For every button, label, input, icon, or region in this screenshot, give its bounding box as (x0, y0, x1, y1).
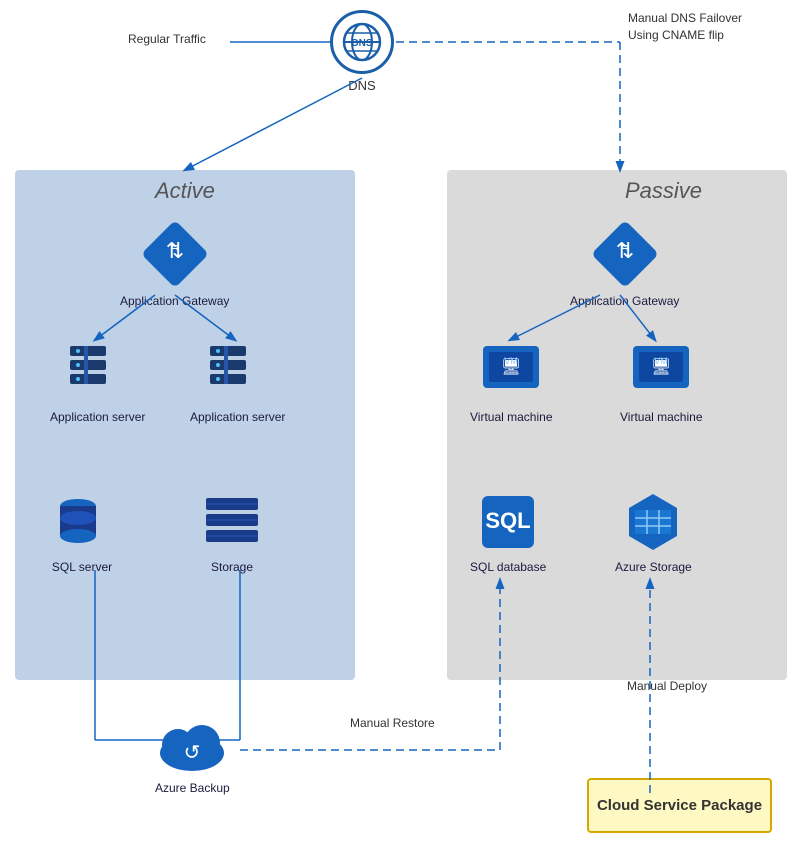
app-server-2-label: Application server (190, 410, 285, 426)
sql-database-icon: SQL (476, 490, 540, 554)
sql-database-icon-item: SQL SQL database (470, 490, 546, 576)
app-server-1-icon-item: Application server (50, 340, 145, 426)
vm-1-icon: 🖥 VM (479, 340, 543, 404)
svg-text:SQL: SQL (486, 508, 531, 533)
active-label: Active (155, 178, 215, 204)
storage-icon (200, 490, 264, 554)
vm-2-label: Virtual machine (620, 410, 703, 426)
svg-text:VM: VM (505, 356, 519, 366)
manual-dns-failover-label: Manual DNS Failover Using CNAME flip (628, 10, 742, 44)
regular-traffic-label: Regular Traffic (128, 32, 206, 46)
app-server-2-icon-item: Application server (190, 340, 285, 426)
sql-server-icon-item: SQL server (50, 490, 114, 576)
azure-backup-icon-item: ↺ Azure Backup (155, 715, 230, 797)
vm-2-icon-item: 🖥 VM Virtual machine (620, 340, 703, 426)
dns-icon: DNS (330, 10, 394, 74)
app-gateway-active-icon-item: ⇅ ⇆ Application Gateway (120, 220, 229, 310)
storage-label: Storage (211, 560, 253, 576)
vm-2-icon: 🖥 VM (629, 340, 693, 404)
cloud-service-package-box: Cloud Service Package (587, 778, 772, 833)
dns-node: DNS DNS (330, 10, 394, 93)
azure-backup-label: Azure Backup (155, 781, 230, 797)
dns-label: DNS (348, 78, 375, 93)
app-gateway-active-label: Application Gateway (120, 294, 229, 310)
svg-text:⇆: ⇆ (621, 242, 629, 253)
manual-deploy-label: Manual Deploy (627, 679, 707, 693)
svg-text:⇆: ⇆ (171, 242, 179, 253)
sql-server-label: SQL server (52, 560, 112, 576)
svg-text:VM: VM (655, 356, 669, 366)
azure-storage-icon-item: Azure Storage (615, 490, 692, 576)
svg-text:DNS: DNS (351, 38, 372, 49)
azure-storage-label: Azure Storage (615, 560, 692, 576)
app-gateway-passive-icon: ⇅ ⇆ (591, 220, 659, 288)
manual-restore-label: Manual Restore (350, 716, 435, 730)
azure-backup-icon: ↺ (156, 715, 228, 775)
passive-label: Passive (625, 178, 702, 204)
app-server-2-icon (206, 340, 270, 404)
app-server-1-label: Application server (50, 410, 145, 426)
vm-1-icon-item: 🖥 VM Virtual machine (470, 340, 553, 426)
vm-1-label: Virtual machine (470, 410, 553, 426)
app-gateway-active-icon: ⇅ ⇆ (141, 220, 209, 288)
svg-text:↺: ↺ (184, 742, 201, 764)
storage-icon-item: Storage (200, 490, 264, 576)
azure-storage-icon (621, 490, 685, 554)
sql-database-label: SQL database (470, 560, 546, 576)
diagram-container: Active Passive DNS DNS Regular Traffic M… (0, 0, 802, 848)
app-gateway-passive-icon-item: ⇅ ⇆ Application Gateway (570, 220, 679, 310)
sql-server-icon (50, 490, 114, 554)
app-server-1-icon (66, 340, 130, 404)
app-gateway-passive-label: Application Gateway (570, 294, 679, 310)
